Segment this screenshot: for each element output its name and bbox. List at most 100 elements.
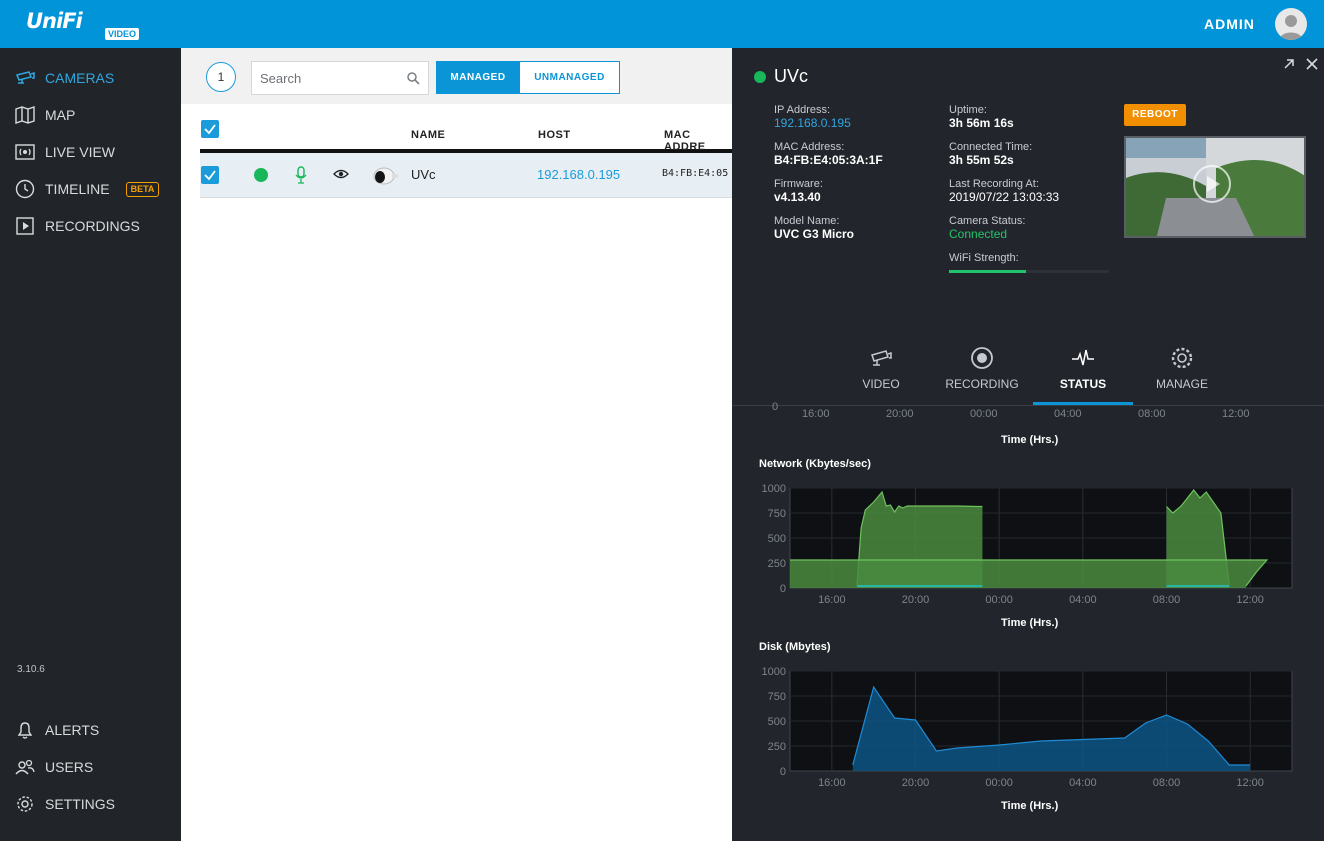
gear-icon	[17, 796, 33, 812]
unifi-logo[interactable]: UniFi VIDEO	[26, 9, 140, 40]
microphone-icon[interactable]	[294, 166, 308, 184]
uptime-value: 3h 56m 16s	[949, 116, 1014, 130]
camera-count: 1	[206, 62, 236, 92]
column-name[interactable]: NAME	[411, 129, 445, 141]
sidebar-item-recordings[interactable]: RECORDINGS	[14, 215, 140, 237]
beta-badge: BETA	[125, 181, 160, 197]
x-axis-title: Time (Hrs.)	[1001, 800, 1059, 812]
x-tick-label: 08:00	[1153, 777, 1181, 789]
eye-icon[interactable]	[333, 168, 349, 180]
connected-status-dot	[254, 168, 268, 182]
camera-preview-image	[1126, 138, 1304, 236]
column-host[interactable]: HOST	[538, 129, 571, 141]
sidebar-item-live-view[interactable]: LIVE VIEW	[14, 141, 115, 163]
clock-icon	[15, 179, 35, 199]
sidebar-item-label: LIVE VIEW	[45, 144, 116, 160]
y-tick-label: 500	[768, 533, 786, 545]
search-input[interactable]: Search	[251, 61, 429, 95]
user-avatar-icon	[1279, 15, 1303, 40]
ip-link[interactable]: 192.168.0.195	[774, 116, 851, 130]
y-tick-label: 500	[768, 716, 786, 728]
users-icon	[15, 759, 35, 775]
connected-status-dot	[754, 71, 766, 83]
sidebar-item-cameras[interactable]: CAMERAS	[14, 67, 114, 89]
tab-manage[interactable]: MANAGE	[1132, 345, 1232, 391]
sidebar-item-label: MAP	[45, 107, 76, 123]
tab-label: VIDEO	[862, 377, 900, 391]
x-tick-label: 12:00	[1236, 777, 1264, 789]
managed-toggle[interactable]: MANAGED	[436, 61, 520, 94]
x-tick-label: 20:00	[886, 408, 914, 420]
play-square-icon	[16, 217, 34, 235]
row-checkbox[interactable]	[201, 166, 219, 184]
last-recording-label: Last Recording At:	[949, 178, 1039, 190]
camera-name[interactable]: UVc	[411, 167, 436, 182]
tab-recording[interactable]: RECORDING	[932, 345, 1032, 391]
sidebar-item-alerts[interactable]: ALERTS	[14, 719, 99, 741]
x-tick-label: 12:00	[1222, 408, 1250, 420]
tab-video[interactable]: VIDEO	[831, 345, 931, 391]
x-tick-label: 04:00	[1069, 777, 1097, 789]
sidebar-item-users[interactable]: USERS	[14, 756, 93, 778]
close-icon[interactable]	[1305, 57, 1319, 71]
search-icon	[407, 72, 420, 85]
camera-thumbnail-icon	[373, 167, 398, 185]
x-tick-label: 16:00	[818, 594, 846, 606]
table-row[interactable]: UVc 192.168.0.195 B4:FB:E4:05	[200, 153, 732, 198]
ip-label: IP Address:	[774, 104, 831, 116]
y-tick-label: 0	[772, 401, 779, 413]
last-recording-value: 2019/07/22 13:03:33	[949, 190, 1060, 204]
reboot-button[interactable]: REBOOT	[1124, 104, 1186, 126]
firmware-value: v4.13.40	[774, 190, 821, 204]
camera-preview[interactable]	[1124, 136, 1306, 238]
camera-icon	[15, 71, 35, 84]
connected-time-label: Connected Time:	[949, 141, 1033, 153]
y-tick-label: 250	[768, 558, 786, 570]
avatar[interactable]	[1275, 8, 1307, 40]
wifi-strength-label: WiFi Strength:	[949, 252, 1019, 264]
sidebar-item-map[interactable]: MAP	[14, 104, 75, 126]
map-icon	[15, 106, 35, 124]
uptime-label: Uptime:	[949, 104, 987, 116]
y-tick-label: 0	[780, 583, 786, 595]
sidebar-item-label: RECORDINGS	[45, 218, 140, 234]
x-axis-title: Time (Hrs.)	[1001, 617, 1059, 629]
x-tick-label: 04:00	[1069, 594, 1097, 606]
pulse-icon	[1072, 349, 1094, 366]
camera-icon	[871, 350, 892, 366]
y-tick-label: 250	[768, 741, 786, 753]
x-tick-label: 20:00	[902, 777, 930, 789]
connected-time-value: 3h 55m 52s	[949, 153, 1014, 167]
mac-label: MAC Address:	[774, 141, 845, 153]
tab-status[interactable]: STATUS	[1033, 345, 1133, 391]
model-value: UVC G3 Micro	[774, 227, 855, 241]
y-tick-label: 1000	[762, 483, 786, 495]
gear-icon	[1171, 347, 1193, 369]
check-icon	[204, 170, 216, 181]
user-name[interactable]: ADMIN	[1204, 16, 1255, 32]
x-tick-label: 20:00	[902, 594, 930, 606]
mac-value: B4:FB:E4:05:3A:1F	[774, 153, 883, 167]
chart-title: Network (Kbytes/sec)	[759, 458, 871, 470]
tab-label: MANAGE	[1155, 377, 1208, 391]
app-version: 3.10.6	[17, 664, 45, 675]
top-bar: UniFi VIDEO ADMIN	[0, 0, 1324, 48]
search-placeholder: Search	[260, 71, 302, 86]
x-tick-label: 16:00	[818, 777, 846, 789]
column-mac[interactable]: MAC ADDRE	[664, 129, 732, 153]
record-icon	[971, 347, 993, 369]
popout-icon[interactable]	[1282, 57, 1296, 71]
select-all-checkbox[interactable]	[201, 120, 219, 138]
y-tick-label: 0	[780, 766, 786, 778]
camera-host-link[interactable]: 192.168.0.195	[537, 167, 620, 182]
sidebar-item-timeline[interactable]: TIMELINE BETA	[14, 178, 160, 200]
x-tick-label: 08:00	[1138, 408, 1166, 420]
x-axis-title: Time (Hrs.)	[1001, 434, 1059, 446]
x-tick-label: 00:00	[970, 408, 998, 420]
tab-divider	[732, 405, 1324, 406]
unmanaged-toggle[interactable]: UNMANAGED	[519, 61, 620, 94]
sidebar-item-label: CAMERAS	[45, 70, 115, 86]
chart-title: Disk (Mbytes)	[759, 641, 831, 653]
table-header: NAME HOST MAC ADDRE	[200, 104, 732, 153]
sidebar-item-settings[interactable]: SETTINGS	[14, 793, 115, 815]
